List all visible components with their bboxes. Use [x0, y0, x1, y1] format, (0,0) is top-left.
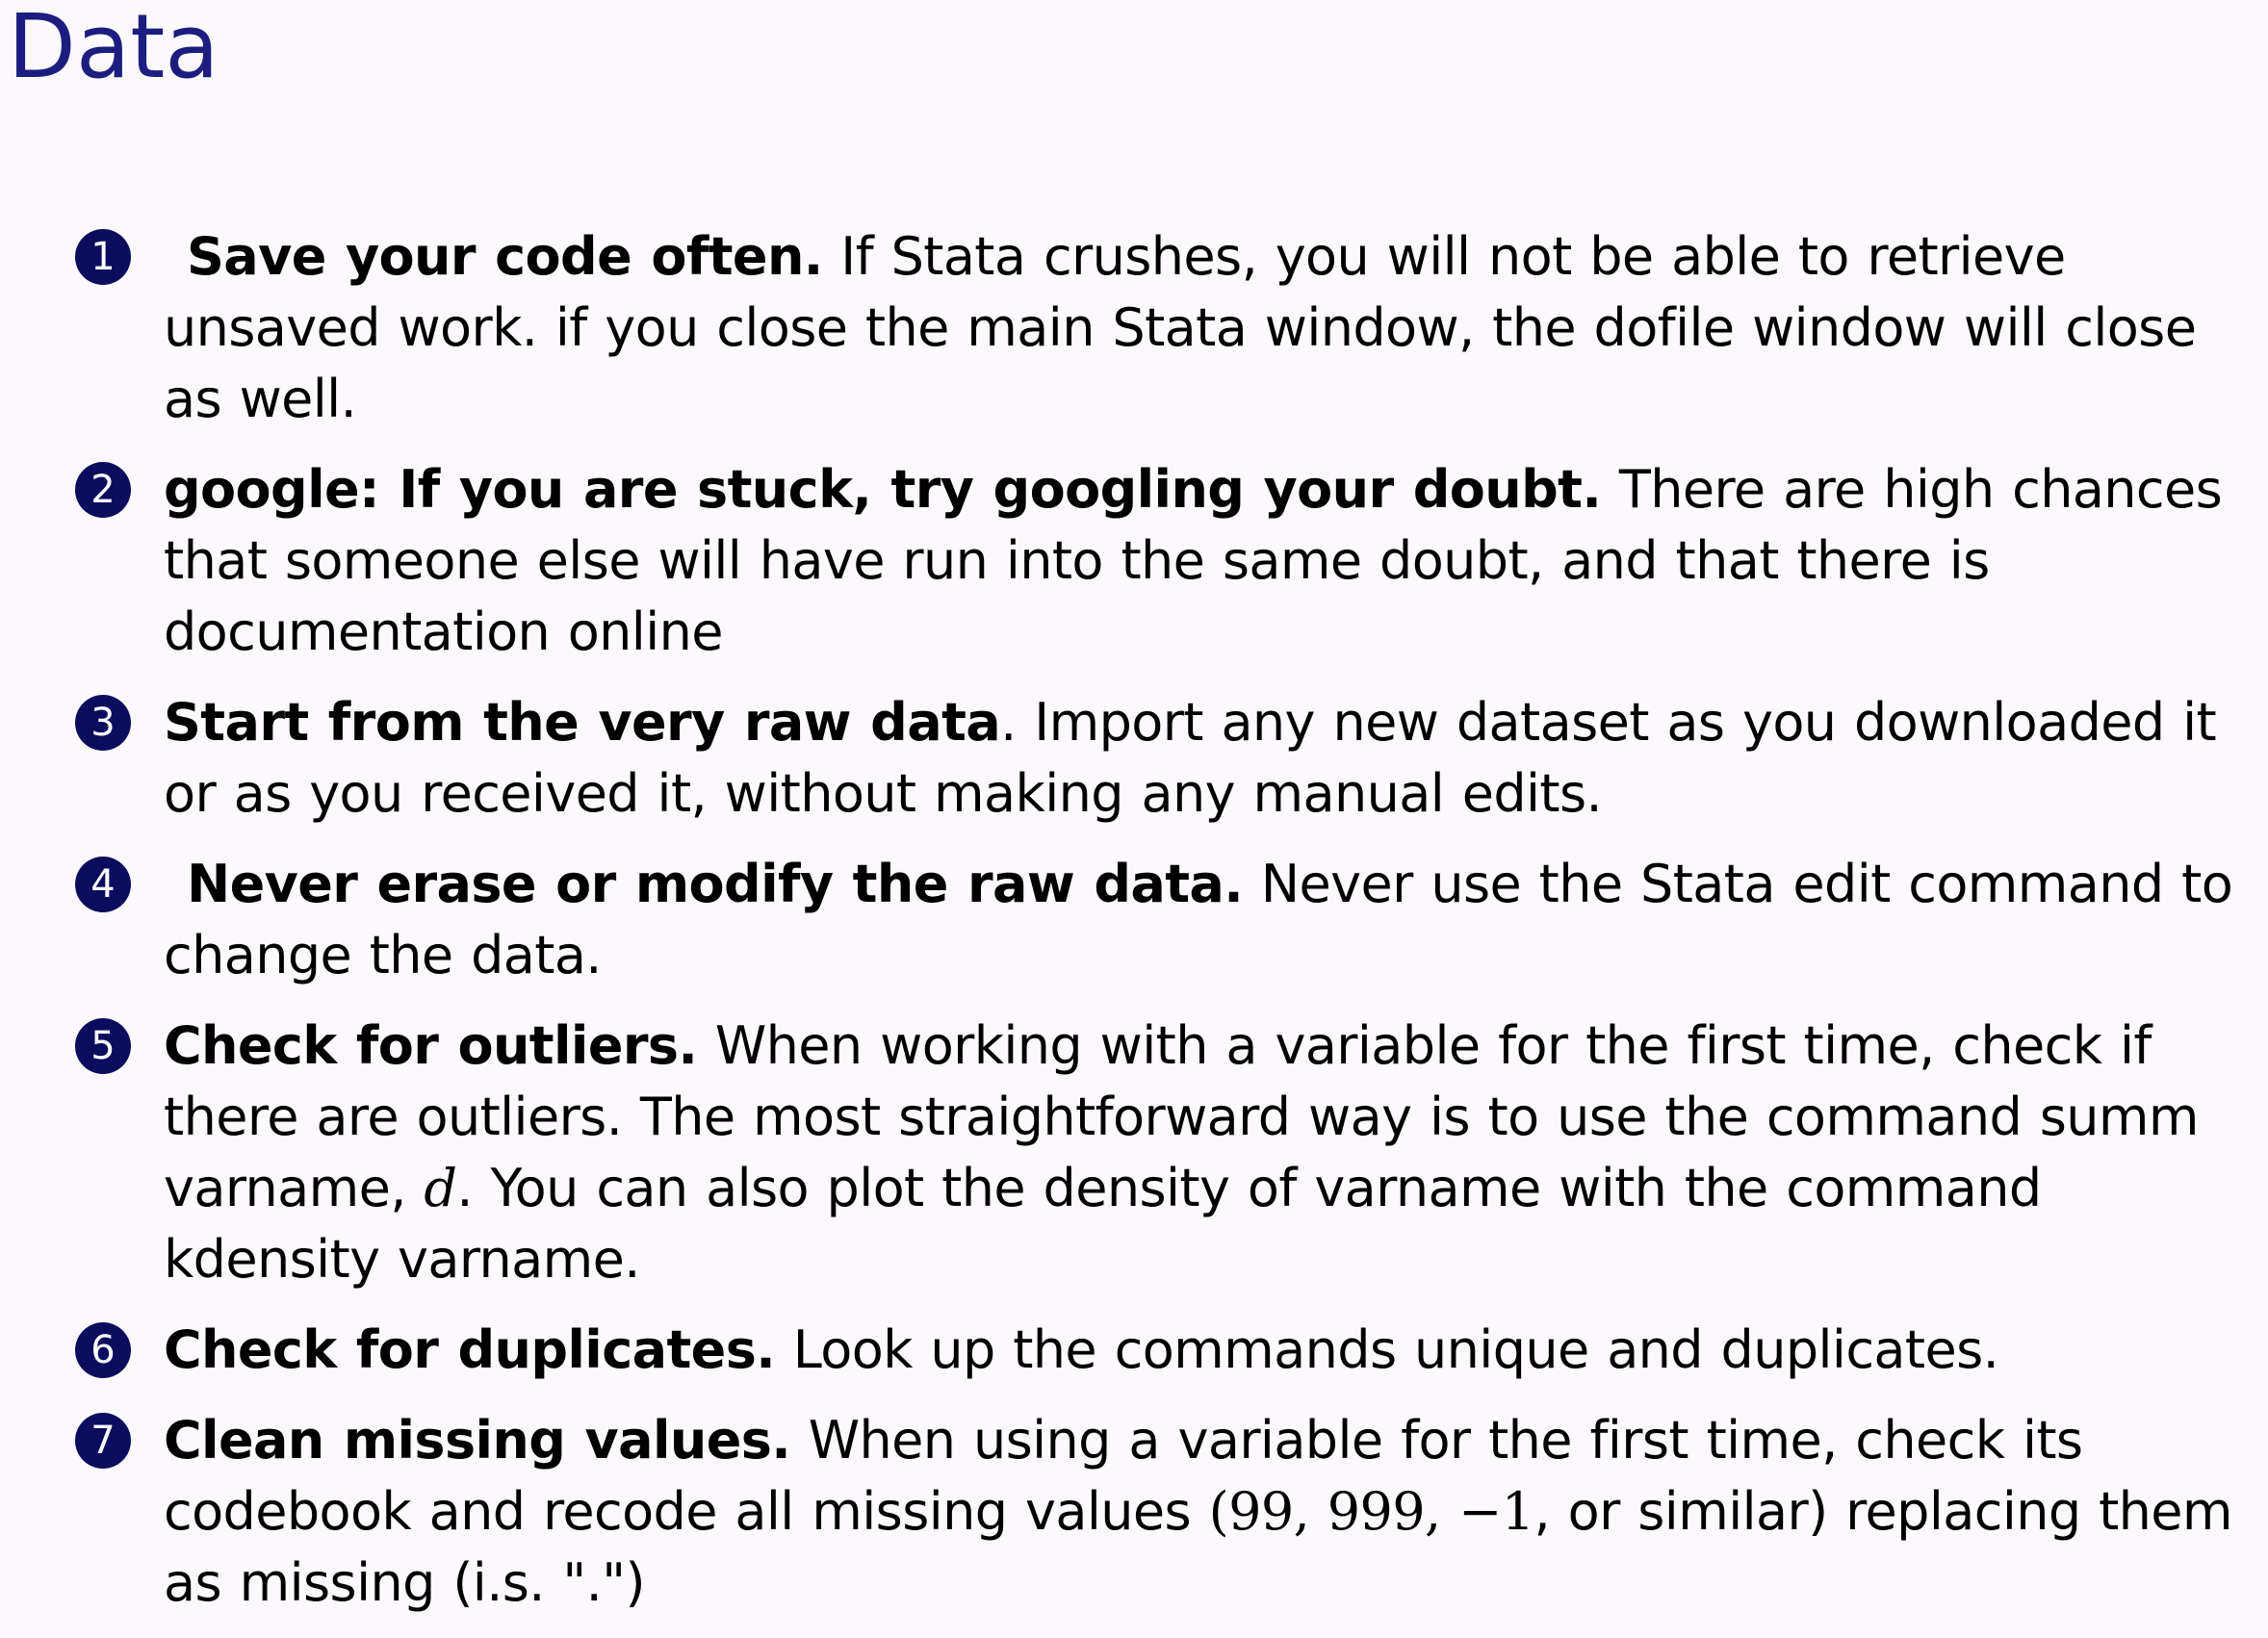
number-bullet: 4	[75, 857, 131, 912]
list-item: 1 Save your code often. If Stata crushes…	[75, 221, 2260, 435]
item-lead: Save your code often.	[187, 226, 823, 287]
tips-list: 1 Save your code often. If Stata crushes…	[75, 221, 2260, 1638]
list-item: 2 google: If you are stuck, try googling…	[75, 454, 2260, 668]
list-item: 3 Start from the very raw data. Import a…	[75, 687, 2260, 830]
number-bullet: 7	[75, 1413, 131, 1469]
list-item: 5 Check for outliers. When working with …	[75, 1011, 2260, 1295]
item-lead: Check for duplicates.	[164, 1319, 776, 1380]
number-bullet: 2	[75, 462, 131, 518]
item-lead: google: If you are stuck, try googling y…	[164, 459, 1602, 520]
math-expression: (99, 999, −1	[1208, 1481, 1535, 1542]
number-bullet: 6	[75, 1322, 131, 1378]
item-lead: Never erase or modify the raw data.	[187, 854, 1244, 914]
number-bullet: 1	[75, 229, 131, 285]
list-item: 7 Clean missing values. When using a var…	[75, 1405, 2260, 1619]
list-item: 6 Check for duplicates. Look up the comm…	[75, 1315, 2260, 1386]
number-bullet: 3	[75, 695, 131, 751]
item-text: Look up the commands unique and duplicat…	[775, 1319, 1999, 1380]
number-bullet: 5	[75, 1018, 131, 1074]
page-title: Data	[8, 0, 219, 98]
item-lead: Start from the very raw data	[164, 692, 1001, 753]
list-item: 4 Never erase or modify the raw data. Ne…	[75, 849, 2260, 991]
math-variable: d	[424, 1158, 457, 1218]
item-lead: Check for outliers.	[164, 1015, 698, 1076]
item-lead: Clean missing values.	[164, 1410, 791, 1471]
